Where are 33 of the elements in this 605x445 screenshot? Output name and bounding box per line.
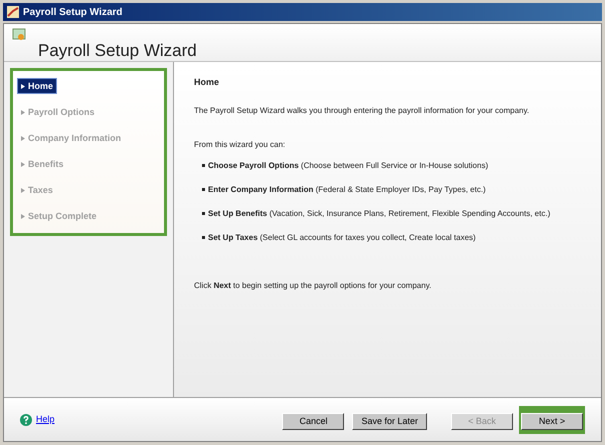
bullet-icon xyxy=(202,164,205,167)
bullet-icon xyxy=(202,188,205,191)
triangle-icon xyxy=(21,84,25,88)
feature-item: Set Up Benefits (Vacation, Sick, Insurance Plans, Retirement, Flexible Spending Accounts, etc.) xyxy=(208,208,550,220)
wizard-icon xyxy=(12,28,26,42)
content-heading: Home xyxy=(194,76,220,89)
sidebar-item[interactable]: Benefits xyxy=(17,156,68,172)
sidebar-item[interactable]: Payroll Options xyxy=(17,104,99,120)
feature-item: Enter Company Information (Federal & State Employer IDs, Pay Types, etc.) xyxy=(208,184,486,196)
sidebar-item[interactable]: Setup Complete xyxy=(17,208,101,224)
wizard-title: Payroll Setup Wizard xyxy=(38,40,197,62)
intro-text: The Payroll Setup Wizard walks you through entering the payroll information for your company. xyxy=(194,104,530,116)
triangle-icon xyxy=(21,162,25,166)
help-link[interactable]: Help xyxy=(36,412,55,426)
help-icon xyxy=(20,414,32,426)
triangle-icon xyxy=(21,110,25,114)
window-title: Payroll Setup Wizard xyxy=(23,6,122,20)
feature-item: Choose Payroll Options (Choose between Full Service or In-House solutions) xyxy=(208,160,488,172)
wizard-button[interactable]: Save for Later xyxy=(352,412,427,430)
triangle-icon xyxy=(21,136,25,140)
sidebar-item[interactable]: Home xyxy=(17,78,58,94)
app-icon xyxy=(7,6,19,18)
sidebar-item[interactable]: Company Information xyxy=(17,130,126,146)
feature-item: Set Up Taxes (Select GL accounts for taxes you collect, Create local taxes) xyxy=(208,232,476,244)
bullet-icon xyxy=(202,212,205,215)
sidebar-item[interactable]: Taxes xyxy=(17,182,57,198)
list-intro: From this wizard you can: xyxy=(194,138,286,150)
bullet-icon xyxy=(202,236,205,239)
wizard-button[interactable]: Cancel xyxy=(282,412,344,430)
triangle-icon xyxy=(21,214,25,218)
wizard-button[interactable]: Next > xyxy=(521,412,583,430)
triangle-icon xyxy=(21,188,25,192)
instruction-text: Click Next to begin setting up the payroll options for your company. xyxy=(194,280,432,292)
